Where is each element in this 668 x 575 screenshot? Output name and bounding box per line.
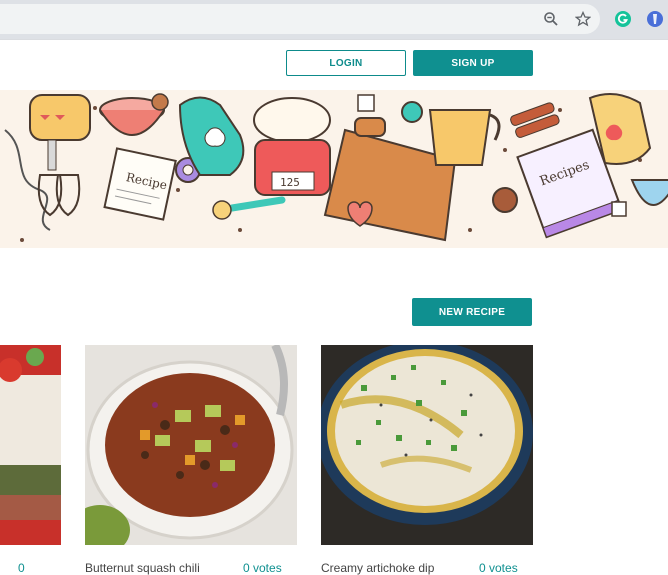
recipe-title[interactable]: Creamy artichoke dip (321, 561, 434, 575)
recipe-title[interactable]: Butternut squash chili (85, 561, 200, 575)
recipe-card-image[interactable] (85, 345, 297, 545)
new-recipe-button[interactable]: NEW RECIPE (412, 298, 532, 326)
scale-illustration: 125 (253, 97, 331, 196)
mixer-illustration (29, 94, 91, 217)
measuring-cup-illustration (428, 109, 501, 166)
recipe-card-illustration: Recipe (103, 147, 177, 221)
hero-banner: Recipe 125 Recipes (0, 90, 668, 248)
extension-icon[interactable] (645, 9, 665, 29)
cinnamon-illustration (510, 102, 560, 138)
recipe-card-image[interactable] (0, 345, 61, 545)
address-bar[interactable] (0, 4, 600, 34)
kitchen-illustration: Recipe 125 Recipes (4, 93, 668, 242)
grammarly-icon[interactable] (613, 9, 633, 29)
recipe-card-image[interactable] (321, 345, 533, 545)
recipe-votes[interactable]: 0 (18, 561, 25, 575)
login-button[interactable]: LOGIN (286, 50, 406, 76)
signup-button[interactable]: SIGN UP (413, 50, 533, 76)
browser-toolbar (0, 0, 668, 39)
recipe-votes[interactable]: 0 votes (479, 561, 518, 575)
zoom-icon[interactable] (541, 9, 561, 29)
toolbar-divider (0, 39, 668, 40)
recipe-votes[interactable]: 0 votes (243, 561, 282, 575)
scale-reading: 125 (280, 176, 300, 189)
star-icon[interactable] (573, 9, 593, 29)
